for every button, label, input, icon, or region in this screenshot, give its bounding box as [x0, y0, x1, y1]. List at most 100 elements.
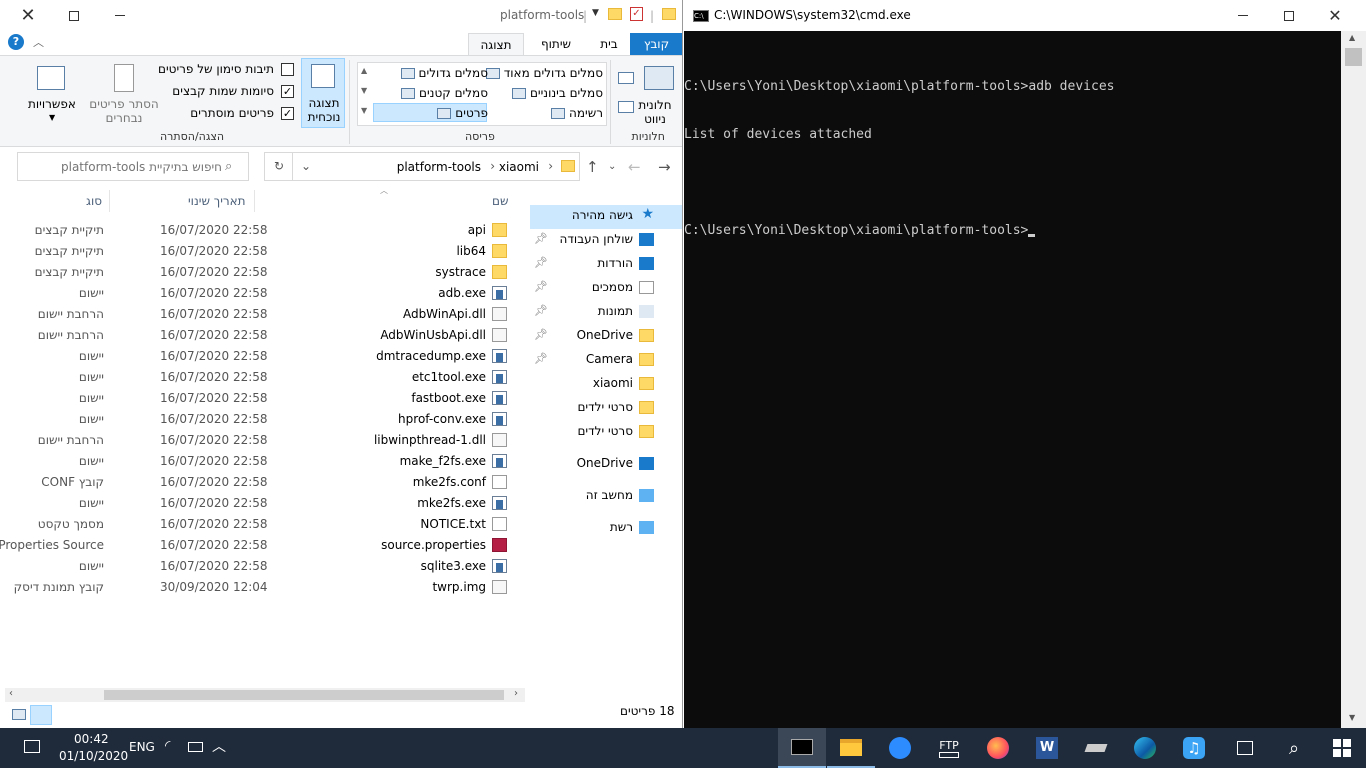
- file-row[interactable]: api 16/07/2020 22:58 תיקיית קבצים: [0, 220, 530, 241]
- nav-item[interactable]: גישה מהירה ★: [530, 204, 682, 228]
- new-folder-icon[interactable]: [608, 8, 622, 20]
- nav-item[interactable]: סרטי ילדים: [530, 396, 682, 420]
- taskbar-firefox[interactable]: [974, 728, 1022, 768]
- column-date[interactable]: תאריך שינוי: [188, 194, 246, 208]
- pin-icon[interactable]: 📌︎: [534, 352, 548, 365]
- column-divider[interactable]: [109, 190, 110, 212]
- tab-home[interactable]: בית: [590, 33, 628, 55]
- column-type[interactable]: סוג: [86, 194, 102, 208]
- battery-icon[interactable]: [188, 742, 203, 752]
- gallery-scroll-down-icon[interactable]: ▼: [361, 86, 367, 95]
- pin-icon[interactable]: 📌︎: [534, 304, 548, 317]
- taskbar-word[interactable]: W: [1023, 728, 1071, 768]
- qat-dropdown-icon[interactable]: ▼: [592, 8, 599, 18]
- address-bar[interactable]: › xiaomi › platform-tools ↻ ⌄: [264, 152, 580, 181]
- file-row[interactable]: make_f2fs.exe 16/07/2020 22:58 יישום: [0, 451, 530, 472]
- hide-selected-button[interactable]: הסתר פריטים נבחרים: [88, 97, 160, 125]
- scroll-down-icon[interactable]: ▼: [1349, 713, 1355, 722]
- show-hidden-icons-icon[interactable]: ︿: [212, 736, 226, 756]
- pin-icon[interactable]: 📌︎: [534, 280, 548, 293]
- file-row[interactable]: sqlite3.exe 16/07/2020 22:58 יישום: [0, 556, 530, 577]
- layout-list[interactable]: רשימה: [551, 106, 603, 120]
- scroll-right-icon[interactable]: ›: [514, 688, 518, 699]
- help-icon[interactable]: ?: [8, 34, 24, 50]
- scroll-up-icon[interactable]: ▲: [1349, 33, 1355, 42]
- cmd-maximize-button[interactable]: [1266, 0, 1312, 31]
- tab-file[interactable]: קובץ: [630, 33, 682, 55]
- explorer-title-bar[interactable]: ✕ platform-tools | ▼ ✓ |: [0, 0, 682, 31]
- pin-icon[interactable]: 📌︎: [534, 328, 548, 341]
- file-row[interactable]: fastboot.exe 16/07/2020 22:58 יישום: [0, 388, 530, 409]
- file-row[interactable]: NOTICE.txt 16/07/2020 22:58 מסמך טקסט: [0, 514, 530, 535]
- start-button[interactable]: [1318, 728, 1366, 768]
- search-button[interactable]: ⌕: [1270, 728, 1318, 768]
- cmd-title-bar[interactable]: C:\ C:\WINDOWS\system32\cmd.exe ✕: [684, 0, 1366, 31]
- file-row[interactable]: mke2fs.conf 16/07/2020 22:58 קובץ CONF: [0, 472, 530, 493]
- taskbar-edge[interactable]: [1121, 728, 1169, 768]
- search-box[interactable]: ⌕: [17, 152, 249, 181]
- file-row[interactable]: lib64 16/07/2020 22:58 תיקיית קבצים: [0, 241, 530, 262]
- address-dropdown-icon[interactable]: ⌄: [301, 159, 311, 173]
- hidden-items-checkbox[interactable]: ✓: [281, 107, 294, 120]
- preview-pane-icon[interactable]: [618, 72, 634, 84]
- forward-icon[interactable]: ←: [628, 158, 641, 176]
- file-row[interactable]: AdbWinUsbApi.dll 16/07/2020 22:58 הרחבת יי…: [0, 325, 530, 346]
- back-icon[interactable]: →: [658, 158, 671, 176]
- cmd-scrollbar-thumb[interactable]: [1345, 48, 1362, 66]
- file-row[interactable]: adb.exe 16/07/2020 22:58 יישום: [0, 283, 530, 304]
- details-view-icon[interactable]: [30, 705, 52, 725]
- tab-share[interactable]: שיתוף: [532, 33, 580, 55]
- file-row[interactable]: etc1tool.exe 16/07/2020 22:58 יישום: [0, 367, 530, 388]
- breadcrumb-chevron-icon[interactable]: ›: [548, 159, 553, 173]
- collapse-ribbon-icon[interactable]: ︿: [33, 34, 44, 50]
- file-row[interactable]: hprof-conv.exe 16/07/2020 22:58 יישום: [0, 409, 530, 430]
- tab-view[interactable]: תצוגה: [468, 33, 524, 55]
- column-divider[interactable]: [254, 190, 255, 212]
- column-name[interactable]: שם: [492, 194, 508, 208]
- layout-details[interactable]: פרטים: [437, 106, 488, 120]
- file-row[interactable]: mke2fs.exe 16/07/2020 22:58 יישום: [0, 493, 530, 514]
- action-center-icon[interactable]: [24, 740, 40, 753]
- file-row[interactable]: twrp.img 30/09/2020 12:04 קובץ תמונת דיסק: [0, 577, 530, 598]
- taskbar-cmd[interactable]: [778, 728, 826, 768]
- pin-icon[interactable]: 📌︎: [534, 232, 548, 245]
- search-input[interactable]: [22, 157, 222, 176]
- clock-date[interactable]: 01/10/2020: [59, 749, 128, 763]
- recent-locations-icon[interactable]: ⌄: [608, 161, 616, 172]
- minimize-button[interactable]: [97, 0, 143, 31]
- large-icons-view-icon[interactable]: [12, 709, 26, 720]
- file-row[interactable]: systrace 16/07/2020 22:58 תיקיית קבצים: [0, 262, 530, 283]
- cmd-close-button[interactable]: ✕: [1312, 0, 1358, 31]
- taskbar-app[interactable]: [1072, 728, 1120, 768]
- taskbar-itunes[interactable]: ♫: [1170, 728, 1218, 768]
- nav-item[interactable]: סרטי ילדים: [530, 420, 682, 444]
- layout-extra-large-icons[interactable]: סמלים גדולים מאוד: [485, 66, 603, 80]
- cmd-output[interactable]: C:\Users\Yoni\Desktop\xiaomi\platform-to…: [684, 47, 1114, 255]
- properties-icon[interactable]: ✓: [630, 7, 643, 21]
- scroll-left-icon[interactable]: ‹: [9, 688, 13, 699]
- gallery-scroll-up-icon[interactable]: ▲: [361, 66, 367, 75]
- clock-time[interactable]: 00:42: [74, 732, 109, 746]
- item-checkboxes-checkbox[interactable]: [281, 63, 294, 76]
- breadcrumb-xiaomi[interactable]: xiaomi: [499, 160, 539, 174]
- options-dropdown-icon[interactable]: ▼: [49, 113, 55, 122]
- details-pane-icon[interactable]: [618, 101, 634, 113]
- nav-item[interactable]: מסמכים 📌︎: [530, 276, 682, 300]
- navigation-pane-icon[interactable]: [644, 66, 674, 90]
- nav-item[interactable]: שולחן העבודה 📌︎: [530, 228, 682, 252]
- nav-item[interactable]: מחשב זה: [530, 484, 682, 508]
- taskbar-file-explorer[interactable]: [827, 728, 875, 768]
- options-button[interactable]: אפשרויות: [28, 97, 76, 111]
- maximize-button[interactable]: [51, 0, 97, 31]
- file-extensions-checkbox[interactable]: ✓: [281, 85, 294, 98]
- scrollbar-thumb[interactable]: [104, 690, 504, 700]
- file-row[interactable]: source.properties 16/07/2020 22:58 Propert…: [0, 535, 530, 556]
- task-view-button[interactable]: [1221, 728, 1269, 768]
- nav-item[interactable]: OneDrive 📌︎: [530, 324, 682, 348]
- cmd-vertical-scrollbar[interactable]: ▲ ▼: [1341, 31, 1366, 728]
- cmd-minimize-button[interactable]: [1220, 0, 1266, 31]
- pin-icon[interactable]: 📌︎: [534, 256, 548, 269]
- up-icon[interactable]: ↑: [586, 158, 599, 176]
- close-button[interactable]: ✕: [5, 0, 51, 31]
- navigation-pane-button[interactable]: חלונית ניווט: [635, 98, 675, 126]
